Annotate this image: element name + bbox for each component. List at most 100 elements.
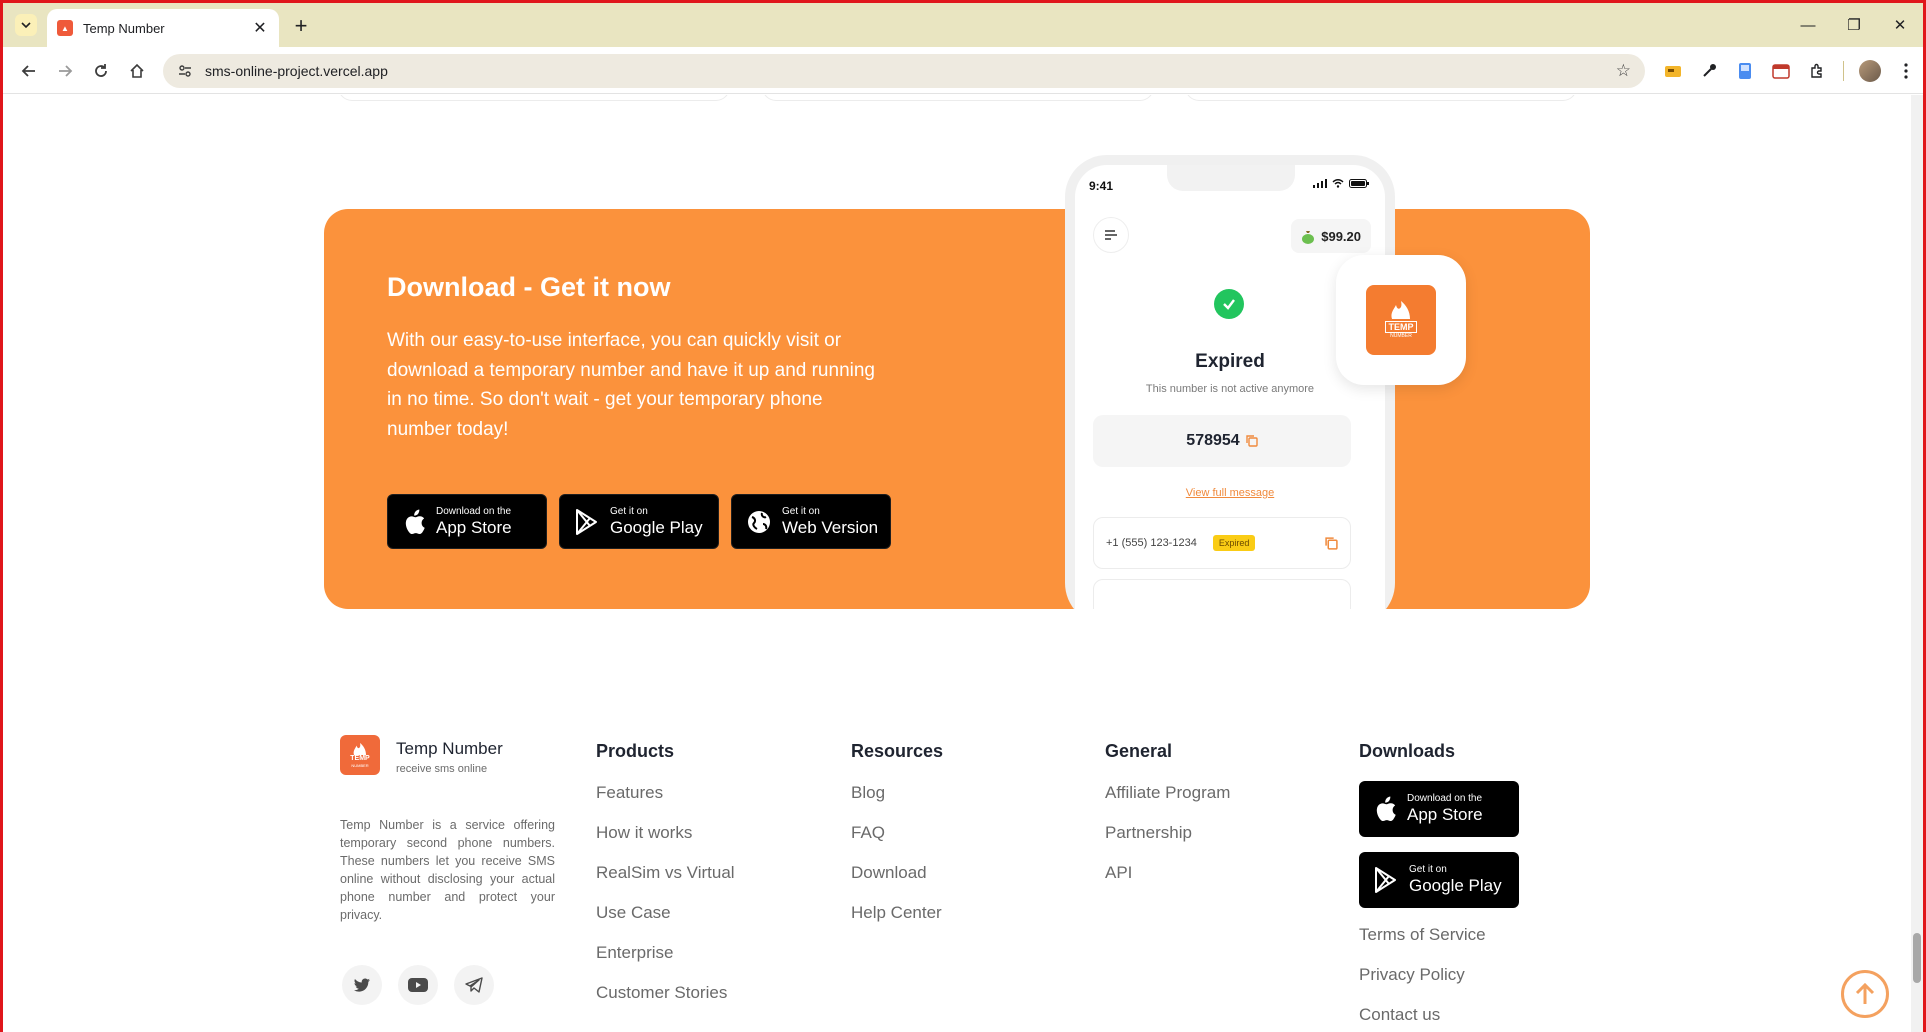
telegram-icon [465, 977, 483, 993]
app-store-big-text: App Store [436, 517, 512, 537]
footer-app-store-button[interactable]: Download on the App Store [1359, 781, 1519, 837]
wifi-icon [1332, 179, 1344, 188]
bookmark-star-icon[interactable]: ☆ [1616, 61, 1631, 81]
google-play-label: Get it on Google Play [610, 506, 703, 538]
footer-products-heading: Products [596, 741, 675, 761]
scroll-to-top-button[interactable] [1841, 970, 1889, 1018]
new-tab-button[interactable]: + [289, 13, 313, 39]
restore-button[interactable]: ❐ [1831, 3, 1877, 47]
google-play-big-text: Google Play [610, 517, 703, 537]
url-text[interactable]: sms-online-project.vercel.app [205, 63, 1616, 79]
web-version-button[interactable]: Get it on Web Version [731, 494, 891, 549]
footer-link-terms[interactable]: Terms of Service [1359, 925, 1486, 945]
minimize-button[interactable]: — [1785, 3, 1831, 47]
twitter-link[interactable] [342, 965, 382, 1005]
google-play-icon [576, 508, 597, 535]
forward-button[interactable] [51, 57, 79, 85]
phone-number-row: +1 (555) 123-1234 Expired [1093, 517, 1351, 569]
reload-button[interactable] [87, 57, 115, 85]
footer-link-affiliate-program[interactable]: Affiliate Program [1105, 783, 1230, 803]
footer-link-help-center[interactable]: Help Center [851, 903, 942, 923]
promo-description: With our easy-to-use interface, you can … [387, 330, 875, 440]
home-icon [130, 63, 144, 78]
google-play-button[interactable]: Get it on Google Play [559, 494, 719, 549]
flame-icon [353, 742, 366, 755]
google-play-icon [1375, 867, 1396, 893]
footer-app-store-small-text: Download on the [1407, 793, 1483, 804]
footer-link-partnership[interactable]: Partnership [1105, 823, 1192, 843]
footer-link-enterprise[interactable]: Enterprise [596, 943, 673, 963]
footer-tagline: receive sms online [396, 763, 488, 775]
footer-google-play-label: Get it on Google Play [1409, 864, 1502, 896]
app-logo-subtext: NUMBER [1390, 333, 1412, 339]
browser-tab[interactable]: ▲ Temp Number ✕ [47, 9, 279, 47]
expired-badge: Expired [1212, 535, 1256, 551]
phone-time: 9:41 [1089, 179, 1114, 193]
footer-link-faq[interactable]: FAQ [851, 823, 885, 843]
google-play-small-text: Get it on [610, 505, 648, 517]
footer-app-store-big-text: App Store [1407, 805, 1483, 824]
page-viewport: Download - Get it now With our easy-to-u… [3, 95, 1923, 1032]
profile-button[interactable] [1856, 57, 1884, 85]
apple-icon [1376, 796, 1396, 822]
promo-title: Download - Get it now [387, 272, 671, 302]
home-button[interactable] [123, 57, 151, 85]
tab-strip: ▲ Temp Number ✕ + — ❐ ✕ [3, 3, 1923, 47]
footer-link-use-case[interactable]: Use Case [596, 903, 671, 923]
footer-link-privacy[interactable]: Privacy Policy [1359, 965, 1465, 985]
extension-folder-icon[interactable] [1659, 57, 1687, 85]
footer-logo-subtext: NUMBER [351, 762, 369, 768]
extension-blue-icon[interactable] [1731, 57, 1759, 85]
footer-link-blog[interactable]: Blog [851, 783, 885, 803]
app-store-label: Download on the App Store [436, 506, 512, 538]
app-icon-tile: TEMP NUMBER [1336, 255, 1466, 385]
app-logo-text: TEMP [1385, 321, 1417, 333]
phone-status-icons [1313, 179, 1369, 188]
phone-menu-button [1093, 217, 1129, 253]
address-bar[interactable]: sms-online-project.vercel.app ☆ [163, 54, 1645, 88]
footer-link-api[interactable]: API [1105, 863, 1132, 883]
app-store-button[interactable]: Download on the App Store [387, 494, 547, 549]
footer-link-contact[interactable]: Contact us [1359, 1005, 1440, 1025]
phone-number-row-partial [1093, 579, 1351, 609]
app-store-small-text: Download on the [436, 505, 512, 517]
browser-toolbar: sms-online-project.vercel.app ☆ [3, 47, 1923, 94]
youtube-link[interactable] [398, 965, 438, 1005]
phone-view-message-link: View full message [1185, 487, 1275, 499]
tab-search-button[interactable] [15, 14, 37, 36]
close-window-button[interactable]: ✕ [1877, 3, 1923, 47]
signal-icon [1313, 179, 1327, 188]
scrollbar-thumb[interactable] [1913, 933, 1921, 983]
telegram-link[interactable] [454, 965, 494, 1005]
battery-icon [1349, 179, 1369, 188]
page-scrollbar[interactable] [1911, 95, 1923, 1032]
calendar-extension-icon[interactable] [1767, 57, 1795, 85]
copy-icon [1245, 435, 1258, 447]
back-button[interactable] [15, 57, 43, 85]
favicon-icon: ▲ [57, 20, 73, 36]
footer-link-download[interactable]: Download [851, 863, 927, 883]
footer-google-play-small-text: Get it on [1409, 864, 1447, 875]
footer-description: Temp Number is a service offering tempor… [340, 818, 555, 922]
phone-code-box: 578954 [1093, 415, 1351, 467]
check-icon [1214, 289, 1244, 319]
footer-link-how-it-works[interactable]: How it works [596, 823, 692, 843]
tab-title: Temp Number [83, 20, 165, 36]
footer-logo-text: TEMP [350, 754, 370, 762]
feature-card-edge [1185, 95, 1577, 101]
menu-kebab-icon[interactable] [1892, 57, 1920, 85]
close-icon[interactable]: ✕ [251, 18, 269, 38]
footer-link-customer-stories[interactable]: Customer Stories [596, 983, 727, 1003]
footer-link-realsim-vs-virtual[interactable]: RealSim vs Virtual [596, 863, 735, 883]
copy-icon [1325, 536, 1338, 550]
footer-app-store-label: Download on the App Store [1407, 793, 1483, 825]
extensions-area [1659, 57, 1920, 85]
feature-card-edge [338, 95, 730, 101]
puzzle-extensions-icon[interactable] [1803, 57, 1831, 85]
footer-link-features[interactable]: Features [596, 783, 663, 803]
window-controls: — ❐ ✕ [1785, 3, 1923, 47]
eyedropper-icon[interactable] [1695, 57, 1723, 85]
site-info-icon[interactable] [177, 63, 193, 79]
footer-logo[interactable]: TEMP NUMBER [340, 735, 380, 775]
footer-google-play-button[interactable]: Get it on Google Play [1359, 852, 1519, 908]
